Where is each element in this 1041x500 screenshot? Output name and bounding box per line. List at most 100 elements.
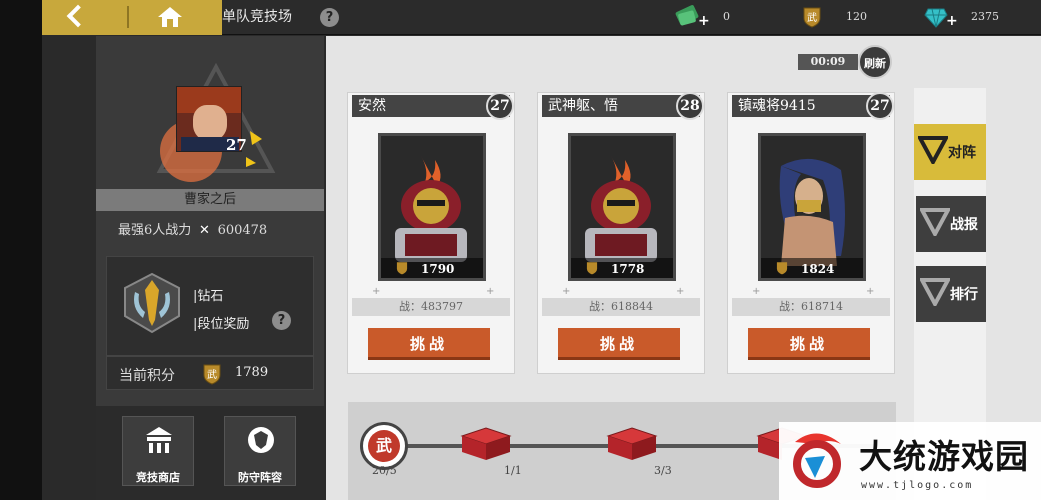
opponent-power: 战：483797 [352,298,510,316]
opponent-power: 战：618844 [542,298,700,316]
wu-coin-icon [586,262,598,275]
defense-lineup-label: 防守阵容 [238,471,282,484]
opponent-score: 1790 [421,262,455,276]
rank-reward-link[interactable]: |段位奖励 [193,313,249,332]
plus-icon[interactable]: + [698,13,710,29]
masked-hero-portrait [779,158,845,266]
shop-icon [146,427,172,453]
challenge-button[interactable]: 挑战 [558,328,680,360]
arena-shop-label: 竞技商店 [136,471,180,484]
milestone-count: 3/3 [654,464,672,477]
tab-emblem-icon [918,136,948,164]
watermark-text: 大统游戏园 [859,437,1029,476]
home-button[interactable] [127,0,222,35]
opponent-name: 武神躯、悟 [548,98,618,114]
power-value: 600478 [217,223,268,238]
opponent-header: 武神躯、悟 28 [542,92,704,120]
diamond-rank-emblem-icon [124,272,180,334]
opponent-portrait[interactable]: 1824 [758,133,866,281]
defense-lineup-button[interactable]: 防守阵容 [224,416,296,486]
chest-icon[interactable] [456,426,516,462]
opponent-header: 安然 27 [352,92,514,120]
chest-icon[interactable] [602,426,662,462]
watermark-logo-icon [793,433,841,488]
plus-icon[interactable]: + [946,13,958,29]
watermark-url: www.tjlogo.com [861,480,974,491]
diamond-icon [924,8,948,28]
refresh-timer: 00:09 [798,54,858,70]
challenge-button[interactable]: 挑战 [368,328,490,360]
refresh-button[interactable]: 刷新 [858,45,892,79]
tab-label: 排行 [950,287,978,303]
opponent-power: 战：618714 [732,298,890,316]
score-value: 1789 [235,365,269,380]
wu-badge-inner: 武 [368,430,400,462]
opponent-name: 镇魂将9415 [738,98,816,114]
rank-tier: |钻石 [193,289,224,304]
opponent-level: 27 [486,92,514,120]
tab-emblem-icon [920,208,950,236]
wu-coin-icon: 武 [203,364,221,385]
cash-icon [675,5,699,26]
plus-mark: + [372,286,381,297]
arena-shop-button[interactable]: 竞技商店 [122,416,194,486]
bottom-buttons: 竞技商店 防守阵容 [96,406,324,500]
opponent-portrait[interactable]: 1790 [378,133,486,281]
resource-wu-coin-value: 120 [846,10,867,23]
plus-mark: + [562,286,571,297]
player-name: 曹家之后 [183,192,236,207]
tab-matchup[interactable]: 对阵 [914,124,986,180]
armored-hero-portrait [585,156,657,262]
tab-ranking[interactable]: 排行 [916,266,986,322]
plus-mark: + [866,286,875,297]
plus-mark: + [752,286,761,297]
plus-mark: + [676,286,685,297]
opponent-level: 28 [676,92,704,120]
tab-label: 战报 [950,217,978,233]
player-level: 27 [226,136,247,154]
chevron-left-icon [66,4,90,28]
progress-count: 20/5 [372,464,397,477]
opponent-portrait[interactable]: 1778 [568,133,676,281]
wu-coin-icon [776,262,788,275]
svg-text:武: 武 [207,368,217,381]
tab-label: 对阵 [948,145,976,161]
score-label: 当前积分 [119,368,175,384]
score-box: 当前积分 武 1789 [106,356,314,390]
power-label: 最强6人战力 [118,223,192,238]
watermark: 大统游戏园 www.tjlogo.com [779,422,1041,500]
home-icon [158,7,182,27]
tab-battle-report[interactable]: 战报 [916,196,986,252]
opponent-level: 27 [866,92,894,120]
top-bar: 单队竞技场 ? + 0 武 120 + 2375 [42,0,1041,35]
back-button[interactable] [42,0,127,35]
resource-wu-coin: 武 120 [802,0,882,35]
opponent-score: 1778 [611,262,645,276]
armored-hero-portrait [395,156,467,262]
power-row: 最强6人战力 ✕ 600478 [118,221,267,241]
opponent-header: 镇魂将9415 27 [732,92,894,120]
tab-emblem-icon [920,278,950,306]
resource-diamond[interactable]: + 2375 [922,0,1032,35]
wu-coin-icon [396,262,408,275]
left-edge [0,0,42,500]
opponent-score: 1824 [801,262,835,276]
divider [127,6,129,28]
challenge-button[interactable]: 挑战 [748,328,870,360]
crossed-swords-icon: ✕ [198,223,210,238]
resource-diamond-value: 2375 [971,10,999,23]
plus-mark: + [486,286,495,297]
help-icon[interactable]: ? [320,8,339,27]
opponent-card: 镇魂将9415 27 1824 + + 战：618714 挑战 [727,92,895,374]
milestone-count: 1/1 [504,464,522,477]
page-title: 单队竞技场 [222,9,292,25]
resource-cash-value: 0 [723,10,730,23]
resource-cash[interactable]: + 0 [672,0,752,35]
opponent-name: 安然 [358,98,386,114]
help-icon[interactable]: ? [272,311,291,330]
shield-icon [248,427,274,453]
wu-badge: 武 [360,422,408,470]
app-root: 单队竞技场 ? + 0 武 120 + 2375 27 曹家之后 最强6人战力 … [0,0,1041,500]
opponent-card: 安然 27 1790 + + 战：483797 挑战 [347,92,515,374]
rank-box: |钻石 |段位奖励 ? [106,256,314,356]
